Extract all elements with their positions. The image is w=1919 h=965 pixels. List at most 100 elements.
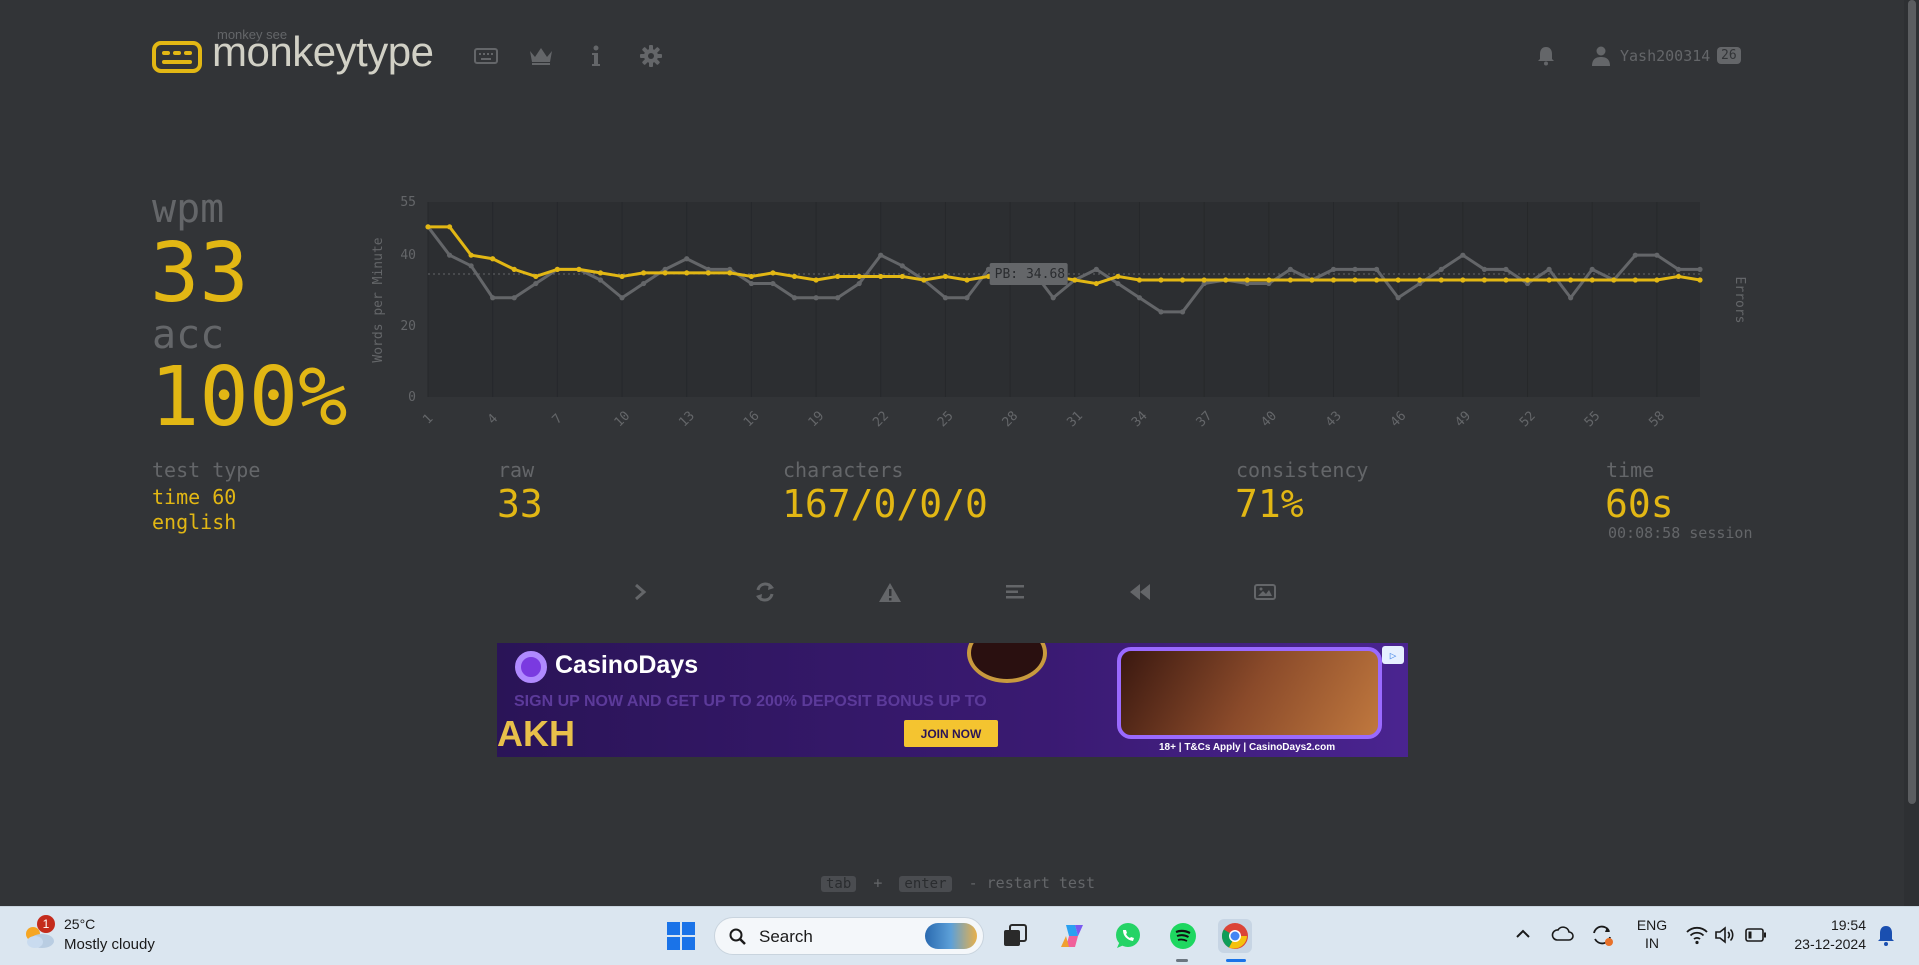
taskbar-search-box[interactable]: Search [714, 917, 984, 955]
scrollbar-thumb[interactable] [1908, 0, 1916, 804]
whatsapp-icon[interactable] [1111, 919, 1145, 953]
data-point-wpm [576, 266, 582, 272]
data-point-wpm [1568, 277, 1574, 283]
data-point-raw [684, 256, 690, 262]
data-point-raw [511, 295, 517, 301]
y-tick-label: 0 [408, 390, 416, 405]
restart-hint-text: - restart test [968, 874, 1096, 892]
data-point-raw [619, 295, 625, 301]
data-point-wpm [425, 224, 431, 230]
chart-plot-area [428, 202, 1700, 397]
spotify-icon[interactable] [1166, 919, 1200, 953]
data-point-wpm [1158, 277, 1164, 283]
data-point-wpm [1309, 277, 1315, 283]
roulette-wheel-image [967, 643, 1047, 683]
test-type-label: test type [152, 458, 261, 482]
data-point-wpm [770, 270, 776, 276]
x-tick-label: 58 [1646, 409, 1668, 431]
x-tick-label: 7 [550, 411, 566, 427]
data-point-wpm [1395, 277, 1401, 283]
battery-icon[interactable] [1745, 927, 1767, 943]
logo-icon[interactable] [152, 41, 202, 73]
crown-icon[interactable] [527, 42, 555, 70]
data-point-raw [1438, 266, 1444, 272]
account-username[interactable]: Yash200314 [1620, 47, 1710, 65]
volume-icon[interactable] [1714, 925, 1736, 945]
notifications-bell-icon[interactable] [1532, 42, 1560, 70]
ad-choices-icon[interactable]: ▷ [1382, 646, 1404, 664]
y-tick-label: 55 [400, 195, 416, 210]
ad-join-button[interactable]: JOIN NOW [904, 720, 998, 747]
data-point-wpm [1524, 277, 1531, 283]
chrome-icon[interactable] [1218, 919, 1252, 953]
x-tick-label: 52 [1517, 409, 1539, 431]
data-point-wpm [1352, 277, 1358, 283]
test-type-language[interactable]: english [152, 510, 236, 534]
data-point-raw [1136, 295, 1143, 301]
data-point-wpm [1136, 277, 1143, 283]
tab-key: tab [821, 876, 857, 892]
data-point-raw [835, 295, 841, 301]
restart-icon[interactable] [748, 578, 782, 606]
data-point-raw [813, 295, 819, 301]
wifi-icon[interactable] [1686, 925, 1708, 945]
data-point-wpm [1115, 273, 1121, 280]
clock-time: 19:54 [1830, 917, 1866, 933]
data-point-wpm [1179, 277, 1186, 283]
next-test-icon[interactable] [623, 578, 657, 606]
data-point-wpm [899, 273, 905, 280]
notification-bell-icon[interactable] [1876, 925, 1896, 947]
wpm-value[interactable]: 33 [150, 233, 249, 315]
data-point-wpm [1287, 277, 1293, 283]
sync-icon[interactable] [1590, 923, 1614, 947]
data-point-raw [856, 280, 862, 287]
weather-description[interactable]: Mostly cloudy [64, 936, 155, 953]
data-point-raw [748, 280, 754, 287]
data-point-wpm [446, 224, 453, 230]
chevron-up-icon[interactable] [1514, 925, 1532, 943]
words-history-icon[interactable] [998, 578, 1032, 606]
data-point-wpm [856, 273, 862, 280]
x-tick-label: 19 [806, 409, 828, 431]
data-point-wpm [1675, 273, 1682, 280]
keyboard-icon[interactable] [472, 42, 500, 70]
data-point-raw [1632, 252, 1638, 258]
screenshot-icon[interactable] [1248, 578, 1282, 606]
wpm-chart[interactable]: 55 40 20 0 1 4 7 10 13 16 19 22 25 28 31 34 37 40 43 46 49 5… [360, 185, 1760, 440]
consistency-value[interactable]: 71% [1235, 482, 1304, 526]
temperature[interactable]: 25°C [64, 916, 95, 932]
replay-icon[interactable] [1123, 578, 1157, 606]
raw-value[interactable]: 33 [497, 482, 543, 526]
logo-text[interactable]: monkeytype [212, 28, 434, 76]
language-indicator[interactable]: ENG IN [1636, 917, 1668, 951]
data-point-wpm [662, 270, 668, 276]
data-point-wpm [791, 273, 798, 280]
gear-icon[interactable] [637, 42, 665, 70]
copilot-icon[interactable] [1055, 919, 1089, 953]
data-point-wpm [1374, 277, 1380, 283]
ad-banner[interactable]: CasinoDays SIGN UP NOW AND GET UP TO 200… [497, 643, 1408, 757]
data-point-raw [1481, 266, 1488, 272]
data-point-raw [640, 280, 647, 287]
characters-value[interactable]: 167/0/0/0 [782, 482, 988, 526]
onedrive-cloud-icon[interactable] [1551, 924, 1575, 944]
data-point-raw [468, 263, 474, 269]
clock[interactable]: 19:54 23-12-2024 [1780, 917, 1866, 952]
y2-axis-label: Errors [1732, 277, 1747, 324]
report-icon[interactable] [873, 578, 907, 606]
data-point-wpm [1330, 277, 1337, 283]
time-value[interactable]: 60s [1605, 482, 1674, 526]
test-type-mode[interactable]: time 60 [152, 485, 236, 509]
language-code: ENG [1636, 917, 1668, 933]
acc-value[interactable]: 100% [150, 357, 347, 439]
start-windows-icon[interactable] [664, 919, 698, 953]
weather-badge: 1 [37, 915, 55, 933]
x-tick-label: 10 [612, 409, 634, 431]
data-point-wpm [1266, 277, 1272, 283]
task-view-icon[interactable] [998, 919, 1032, 953]
data-point-raw [1287, 266, 1293, 272]
info-icon[interactable] [582, 42, 610, 70]
user-level-badge: 26 [1717, 47, 1741, 64]
user-icon[interactable] [1587, 42, 1615, 70]
data-point-wpm [705, 270, 711, 276]
